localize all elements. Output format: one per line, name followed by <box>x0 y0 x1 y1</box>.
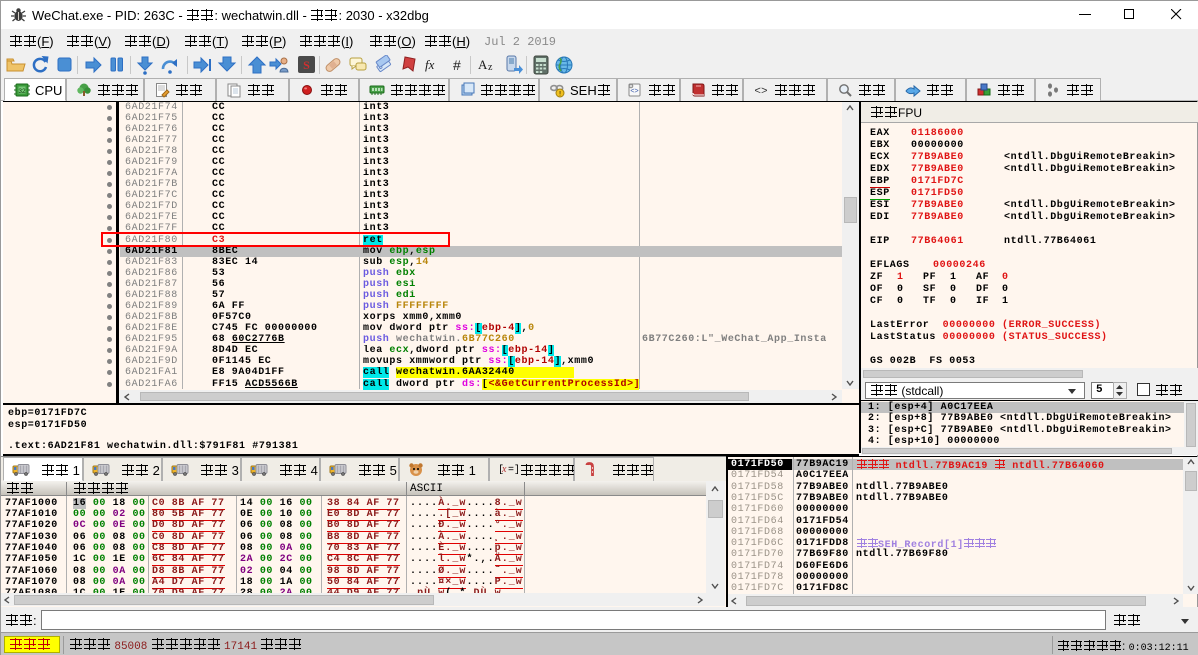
svg-text:A: A <box>478 57 488 72</box>
svg-text:32: 32 <box>18 88 26 95</box>
svg-text:x: x <box>501 464 507 475</box>
svg-text:!: ! <box>559 91 561 98</box>
svg-text:<>: <> <box>630 88 638 95</box>
svg-text:z: z <box>488 62 493 73</box>
svg-text:#: # <box>453 57 461 73</box>
svg-text:<>: <> <box>754 86 767 98</box>
svg-text:=]: =] <box>508 464 520 475</box>
svg-text:fx: fx <box>425 57 435 72</box>
svg-text:S: S <box>303 58 310 72</box>
